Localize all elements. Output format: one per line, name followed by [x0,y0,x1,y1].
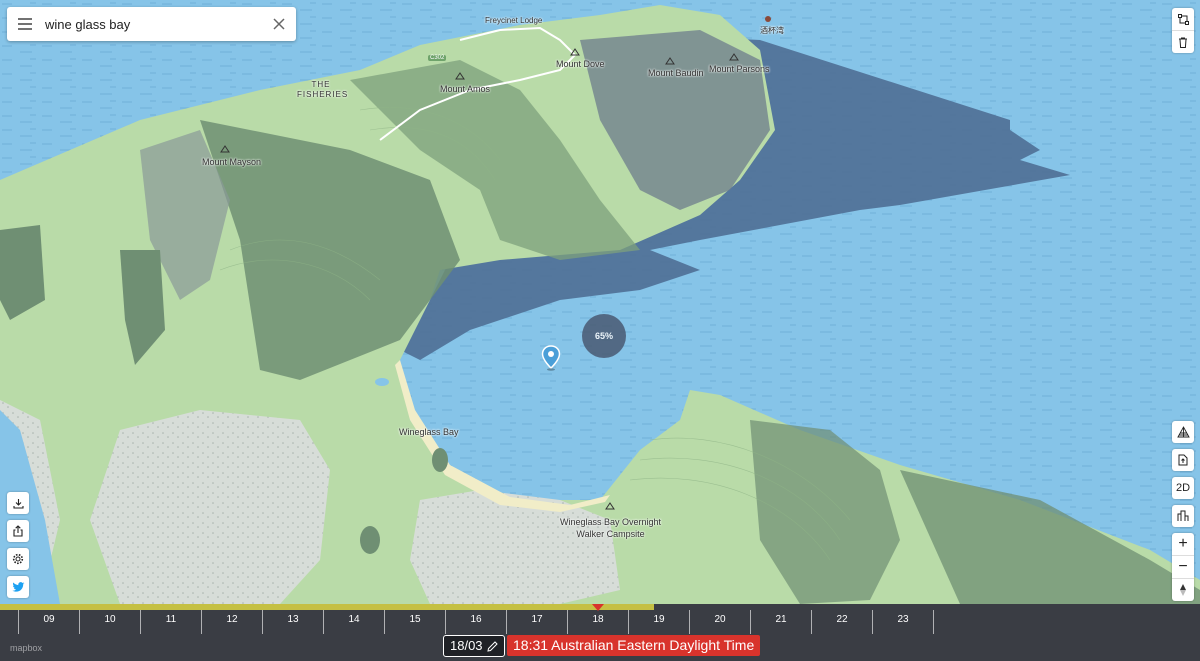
draw-polygon-icon[interactable] [1172,8,1194,31]
timeline-hour-19[interactable]: 19 [628,610,689,634]
current-time-marker[interactable] [591,604,604,611]
shade-percent-badge: 65% [582,314,626,358]
timeline-hour-21[interactable]: 21 [750,610,811,634]
timeline-hour-16[interactable]: 16 [445,610,506,634]
timeline-hour-22[interactable]: 22 [811,610,872,634]
date-picker[interactable]: 18/03 [443,635,505,657]
timeline-hour-09[interactable]: 09 [18,610,79,634]
timeline-hour-11[interactable]: 11 [140,610,201,634]
timeline-end-tick [933,610,934,634]
timeline-hours: 09 10 11 12 13 14 15 16 17 18 19 20 21 22 23 [0,610,1200,634]
zoom-controls: + − [1172,533,1194,601]
draw-controls [1172,8,1194,53]
search-box [7,7,296,41]
compass-icon[interactable] [1172,579,1194,601]
search-input[interactable] [41,16,262,32]
zoom-out-button[interactable]: − [1172,556,1194,579]
timeline-hour-23[interactable]: 23 [872,610,933,634]
peak-markers [220,16,771,510]
date-label: 18/03 [450,638,483,653]
timeline-hour-13[interactable]: 13 [262,610,323,634]
timeline-hour-15[interactable]: 15 [384,610,445,634]
terrain-grid-icon[interactable] [1172,421,1194,443]
time-badge: 18:31 Australian Eastern Daylight Time [507,635,761,656]
timeline-hour-20[interactable]: 20 [689,610,750,634]
share-icon[interactable] [7,520,29,542]
zoom-in-button[interactable]: + [1172,533,1194,556]
timeline-hour-14[interactable]: 14 [323,610,384,634]
edit-pencil-icon [486,640,498,652]
trash-icon[interactable] [1172,31,1194,53]
settings-gear-icon[interactable] [7,548,29,570]
clear-search-icon[interactable] [262,7,296,41]
menu-icon[interactable] [9,7,41,41]
timeline-hour-12[interactable]: 12 [201,610,262,634]
view-2d-button[interactable]: 2D [1172,477,1194,499]
location-pin-icon[interactable] [541,345,561,376]
twitter-icon[interactable] [7,576,29,598]
mapbox-logo-text: mapbox [10,643,43,653]
timeline-hour-10[interactable]: 10 [79,610,140,634]
mapbox-logo: mapbox [10,643,42,653]
timeline-hour-18[interactable]: 18 [567,610,628,634]
timeline-hour-17[interactable]: 17 [506,610,567,634]
export-icon[interactable] [1172,449,1194,471]
download-icon[interactable] [7,492,29,514]
buildings-icon[interactable] [1172,505,1194,527]
